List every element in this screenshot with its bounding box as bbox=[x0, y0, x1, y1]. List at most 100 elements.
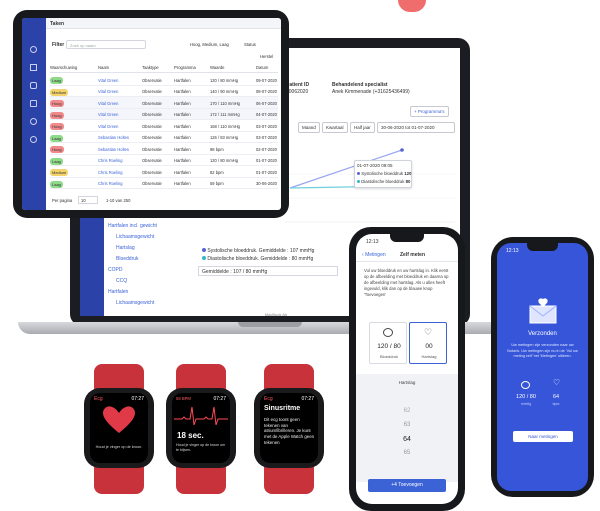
table-row[interactable]: Medium Vital Green Observatie Hartfalen 140 … bbox=[50, 86, 278, 97]
specialist-value: Anek Kimmenade (+31625436499) bbox=[332, 89, 410, 95]
average-text: Gemiddelde : 107 / 80 mmHg bbox=[202, 268, 268, 275]
cell-name[interactable]: Vital Green bbox=[98, 124, 118, 129]
to-measurements-button[interactable]: Naar metingen bbox=[513, 431, 573, 442]
col-program[interactable]: Programma bbox=[174, 65, 196, 70]
envelope-icon bbox=[529, 298, 557, 324]
user-icon[interactable] bbox=[30, 46, 37, 53]
phone2-bp-value: 120 / 80 bbox=[516, 394, 536, 400]
cell-name[interactable]: Chris Roeling bbox=[98, 181, 123, 186]
cell-name[interactable]: Vital Green bbox=[98, 78, 118, 83]
table-row[interactable]: Hoog Vital Green Observatie Hartfalen 172 / … bbox=[50, 108, 278, 120]
per-page-select[interactable]: 10 bbox=[78, 196, 98, 204]
cell-type: Observatie bbox=[142, 135, 162, 140]
col-type[interactable]: Taaktype bbox=[142, 65, 159, 70]
tree-item-ccq[interactable]: CCQ bbox=[116, 278, 127, 284]
table-row[interactable]: Hoog Sebastian Holtes Observatie Hartfalen 9… bbox=[50, 143, 278, 155]
per-page-label: Per pagina bbox=[52, 198, 73, 203]
legend-diastolic-text: Diastolische bloeddruk. Gemiddelde : 80 … bbox=[207, 256, 314, 262]
bp-tile-label: Bloeddruk bbox=[379, 354, 398, 359]
phone2-hr-unit: bpm bbox=[552, 402, 560, 406]
cell-value: 170 / 110 mmHg bbox=[210, 100, 240, 106]
cell-date: 08-07-2020 bbox=[256, 89, 277, 94]
priority-filter[interactable]: Hoog, Medium, Laag bbox=[190, 42, 229, 47]
cell-program: Hartfalen bbox=[174, 135, 191, 140]
table-row[interactable]: Hoog Vital Green Observatie Hartfalen 170 / … bbox=[50, 97, 278, 109]
cell-program: Hartfalen bbox=[174, 89, 191, 94]
cell-name[interactable]: Chris Roeling bbox=[98, 170, 123, 175]
phone1-divider bbox=[356, 261, 458, 262]
cell-name[interactable]: Sebastian Holtes bbox=[98, 135, 129, 140]
diastolic-legend-dot bbox=[357, 180, 360, 183]
cell-type: Observatie bbox=[142, 123, 162, 129]
tree-item-bloodpressure[interactable]: Bloeddruk bbox=[116, 256, 139, 262]
phone2-time: 12:13 bbox=[506, 248, 519, 254]
add-measurement-button[interactable]: +4 Toevoegen bbox=[368, 479, 446, 492]
table-header: Waarschuwing Naam Taaktype Programma Waa… bbox=[50, 64, 278, 73]
col-warning[interactable]: Waarschuwing bbox=[50, 65, 77, 70]
warning-badge: Hoog bbox=[50, 123, 64, 130]
tooltip-systolic-label: Systolische bloeddruk bbox=[361, 171, 404, 176]
picker-value-62[interactable]: 62 bbox=[356, 408, 458, 414]
picker-value-64[interactable]: 64 bbox=[356, 436, 458, 443]
tree-item-bodyweight-2[interactable]: Lichaamsgewicht bbox=[116, 300, 154, 306]
table-row[interactable]: Hoog Vital Green Observatie Hartfalen 168 / … bbox=[50, 120, 278, 132]
status-filter[interactable]: Status bbox=[244, 42, 256, 47]
list-icon[interactable] bbox=[30, 64, 37, 71]
watch3-text: Dit ecg toont geen tekenen van atriumfib… bbox=[264, 417, 315, 445]
watch3-title: Sinusritme bbox=[264, 405, 301, 412]
tooltip-diastolic: Diastolische bloeddruk 80 bbox=[357, 179, 410, 184]
col-value[interactable]: Waarde bbox=[210, 65, 225, 70]
search-input[interactable]: Zoek op naam bbox=[66, 40, 146, 49]
people-icon[interactable] bbox=[30, 118, 37, 125]
tree-item-heartfailure[interactable]: Hartfalen bbox=[108, 289, 128, 295]
tree-item-heartrate[interactable]: Hartslag bbox=[116, 245, 135, 251]
range-quarter-button[interactable]: Kwartaal bbox=[322, 122, 348, 133]
phone2-screen: 12:13 Verzonden Uw metingen zijn verzond… bbox=[497, 243, 588, 491]
tree-item-copd[interactable]: COPD bbox=[108, 267, 122, 273]
task-table-body: Laag Vital Green Observatie Hartfalen 120 / … bbox=[50, 74, 278, 189]
heart-outline-icon: ♡ bbox=[424, 327, 433, 337]
tooltip-systolic-value: 120 bbox=[404, 171, 412, 176]
cell-program: Hartfalen bbox=[174, 169, 191, 175]
legend-diastolic: Diastolische bloeddruk. Gemiddelde : 80 … bbox=[202, 256, 313, 262]
cell-name[interactable]: Chris Roeling bbox=[98, 158, 123, 163]
date-range-input[interactable]: 30-06-2020 tot 01-07-2020 bbox=[377, 122, 455, 133]
range-month-button[interactable]: Maand bbox=[298, 122, 320, 133]
hr-tile[interactable]: ♡ 00 Hartslag bbox=[409, 322, 447, 364]
col-name[interactable]: Naam bbox=[98, 65, 109, 70]
cell-program: Hartfalen bbox=[174, 100, 191, 106]
col-date[interactable]: Datum bbox=[256, 65, 268, 70]
cell-name[interactable]: Sebastian Holtes bbox=[98, 147, 129, 152]
watch1-time: 07:27 bbox=[131, 396, 144, 402]
phone2-heart-icon: ♡ bbox=[553, 378, 561, 387]
phone2-gauge-icon bbox=[521, 381, 530, 389]
tree-item-bodyweight[interactable]: Lichaamsgewicht bbox=[116, 234, 154, 240]
phone1-back-link[interactable]: ‹ Metingen bbox=[362, 252, 386, 258]
cell-name[interactable]: Vital Green bbox=[98, 89, 118, 94]
table-row[interactable]: Laag Chris Roeling Observatie Hartfalen 120 … bbox=[50, 155, 278, 166]
help-icon[interactable] bbox=[30, 136, 37, 143]
picker-value-65[interactable]: 65 bbox=[356, 450, 458, 456]
table-row[interactable]: Laag Vital Green Observatie Hartfalen 120 / … bbox=[50, 74, 278, 86]
reset-link[interactable]: Herstel bbox=[260, 54, 273, 59]
table-row[interactable]: Medium Chris Roeling Observatie Hartfalen 82… bbox=[50, 166, 278, 178]
hr-picker[interactable]: Hartslag 62 63 64 65 bbox=[356, 374, 458, 482]
phone1-back-label: Metingen bbox=[365, 252, 386, 258]
heart-icon bbox=[103, 406, 135, 433]
picker-value-63[interactable]: 63 bbox=[356, 422, 458, 428]
picker-label: Hartslag bbox=[398, 380, 416, 385]
legend-diastolic-dot bbox=[202, 256, 206, 260]
chat-icon[interactable] bbox=[30, 100, 37, 107]
range-halfyear-button[interactable]: Half jaar bbox=[350, 122, 375, 133]
table-row[interactable]: Laag Sebastian Holtes Observatie Hartfalen 1… bbox=[50, 132, 278, 143]
settings-icon[interactable] bbox=[30, 82, 37, 89]
cell-name[interactable]: Vital Green bbox=[98, 112, 118, 117]
bp-tile[interactable]: 120 / 80 Bloeddruk bbox=[369, 322, 407, 364]
programs-button[interactable]: + Programma's bbox=[410, 106, 449, 117]
cell-program: Hartfalen bbox=[174, 158, 191, 163]
table-row[interactable]: Laag Chris Roeling Observatie Hartfalen 59 b… bbox=[50, 178, 278, 189]
specialist-label: Behandelend specialist bbox=[332, 82, 388, 88]
phone2-message: Uw metingen zijn verzonden naar uw Notar… bbox=[507, 343, 578, 358]
cell-name[interactable]: Vital Green bbox=[98, 101, 118, 106]
tree-item-heartfailure-weight[interactable]: Hartfalen incl. gewicht bbox=[108, 223, 157, 229]
